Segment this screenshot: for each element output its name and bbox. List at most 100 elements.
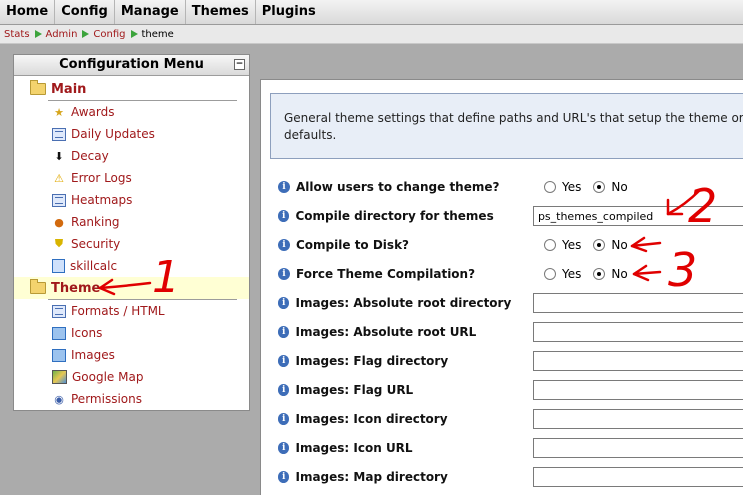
icon-dir-field[interactable]	[532, 409, 743, 429]
radio-no[interactable]	[593, 181, 606, 193]
menu-group-main[interactable]: Main	[14, 78, 249, 100]
menu-item-permissions[interactable]: ◉ Permissions	[14, 388, 249, 410]
menu-item-icons[interactable]: Icons	[14, 322, 249, 344]
menu-item-awards[interactable]: ★ Awards	[14, 101, 249, 123]
configuration-menu-title: Configuration Menu	[59, 57, 204, 72]
breadcrumb-admin[interactable]: Admin	[46, 29, 78, 40]
info-icon[interactable]: i	[278, 355, 290, 367]
radio-yes-label: Yes	[562, 267, 582, 281]
menu-item-error-logs[interactable]: ⚠ Error Logs	[14, 167, 249, 189]
map-dir-field[interactable]	[532, 467, 743, 487]
info-icon[interactable]: i	[278, 181, 290, 193]
nav-themes[interactable]: Themes	[186, 0, 256, 24]
theme-settings-panel: General theme settings that define paths…	[260, 79, 743, 495]
menu-item-label: Icons	[71, 326, 103, 340]
flag-dir-field[interactable]	[532, 351, 743, 371]
setting-label: Force Theme Compilation?	[296, 267, 476, 281]
flag-url-field[interactable]	[532, 380, 743, 400]
nav-home[interactable]: Home	[0, 0, 56, 24]
icon-url-field[interactable]	[532, 438, 743, 458]
collapse-button[interactable]: −	[234, 59, 245, 70]
description-line: General theme settings that define paths…	[284, 111, 743, 125]
setting-row-icon-url: i Images: Icon URL	[270, 434, 743, 462]
list-icon	[52, 193, 66, 207]
radio-no-label: No	[611, 267, 628, 281]
menu-item-google-map[interactable]: Google Map	[14, 366, 249, 388]
info-icon[interactable]: i	[278, 268, 290, 280]
images-root-url-field[interactable]	[532, 322, 743, 342]
menu-item-formats-html[interactable]: Formats / HTML	[14, 300, 249, 322]
yes-no-radio-group: Yes No	[544, 267, 640, 281]
info-icon[interactable]: i	[278, 471, 290, 483]
breadcrumb-config[interactable]: Config	[93, 29, 125, 40]
setting-row-allow-change-theme: i Allow users to change theme? Yes No	[270, 173, 743, 201]
menu-item-daily-updates[interactable]: Daily Updates	[14, 123, 249, 145]
menu-group-label: Main	[51, 81, 87, 97]
setting-row-images-root-url: i Images: Absolute root URL	[270, 318, 743, 346]
menu-item-ranking[interactable]: ● Ranking	[14, 211, 249, 233]
nav-config[interactable]: Config	[55, 0, 115, 24]
radio-no[interactable]	[593, 239, 606, 251]
setting-label: Images: Absolute root directory	[295, 296, 512, 310]
menu-group-theme[interactable]: Theme	[14, 277, 249, 299]
nav-manage[interactable]: Manage	[115, 0, 186, 24]
breadcrumb-current: theme	[141, 28, 174, 40]
compile-directory-field[interactable]	[532, 206, 743, 226]
list-icon	[52, 304, 66, 318]
setting-row-flag-dir: i Images: Flag directory	[270, 347, 743, 375]
images-root-dir-field[interactable]	[532, 293, 743, 313]
menu-item-label: Security	[71, 237, 121, 251]
setting-label: Images: Icon directory	[295, 412, 448, 426]
radio-yes[interactable]	[544, 181, 556, 193]
setting-label: Compile directory for themes	[295, 209, 494, 223]
radio-yes[interactable]	[544, 268, 556, 280]
setting-label: Images: Map directory	[295, 470, 448, 484]
setting-label: Images: Absolute root URL	[295, 325, 477, 339]
info-icon[interactable]: i	[278, 326, 290, 338]
info-icon[interactable]: i	[278, 210, 290, 222]
warning-icon: ⚠	[54, 171, 64, 185]
calculator-icon	[52, 259, 65, 273]
radio-no-label: No	[611, 180, 628, 194]
menu-item-label: Ranking	[71, 215, 120, 229]
configuration-menu-header: Configuration Menu −	[14, 55, 249, 76]
arrow-right-icon	[130, 30, 138, 38]
eye-icon: ◉	[54, 392, 64, 406]
setting-label: Allow users to change theme?	[296, 180, 500, 194]
configuration-menu: Configuration Menu − Main ★ Awards Daily…	[13, 54, 250, 411]
menu-item-decay[interactable]: ⬇ Decay	[14, 145, 249, 167]
info-icon[interactable]: i	[278, 384, 290, 396]
menu-item-label: Google Map	[72, 370, 144, 384]
menu-item-label: Images	[71, 348, 115, 362]
setting-row-icon-dir: i Images: Icon directory	[270, 405, 743, 433]
menu-item-security[interactable]: ⛊ Security	[14, 233, 249, 255]
info-icon[interactable]: i	[278, 442, 290, 454]
menu-item-label: Error Logs	[71, 171, 132, 185]
nav-plugins[interactable]: Plugins	[256, 0, 322, 24]
setting-row-images-root-dir: i Images: Absolute root directory	[270, 289, 743, 317]
breadcrumb: Stats Admin Config theme	[0, 25, 743, 44]
info-icon[interactable]: i	[278, 297, 290, 309]
radio-yes[interactable]	[544, 239, 556, 251]
medal-icon: ●	[54, 215, 64, 229]
list-icon	[52, 127, 66, 141]
menu-item-label: Awards	[71, 105, 115, 119]
setting-row-flag-url: i Images: Flag URL	[270, 376, 743, 404]
menu-item-heatmaps[interactable]: Heatmaps	[14, 189, 249, 211]
radio-no[interactable]	[593, 268, 606, 280]
info-icon[interactable]: i	[278, 239, 290, 251]
award-icon: ★	[54, 105, 64, 119]
info-icon[interactable]: i	[278, 413, 290, 425]
arrow-right-icon	[82, 30, 90, 38]
shield-icon: ⛊	[54, 237, 64, 250]
menu-item-images[interactable]: Images	[14, 344, 249, 366]
menu-item-label: skillcalc	[70, 259, 118, 273]
description-box: General theme settings that define paths…	[270, 93, 743, 159]
setting-row-force-compilation: i Force Theme Compilation? Yes No	[270, 260, 743, 288]
menu-item-skillcalc[interactable]: skillcalc	[14, 255, 249, 277]
yes-no-radio-group: Yes No	[544, 238, 640, 252]
setting-label: Compile to Disk?	[296, 238, 410, 252]
setting-label: Images: Icon URL	[295, 441, 413, 455]
image-icon	[52, 348, 66, 362]
breadcrumb-stats[interactable]: Stats	[4, 29, 30, 40]
